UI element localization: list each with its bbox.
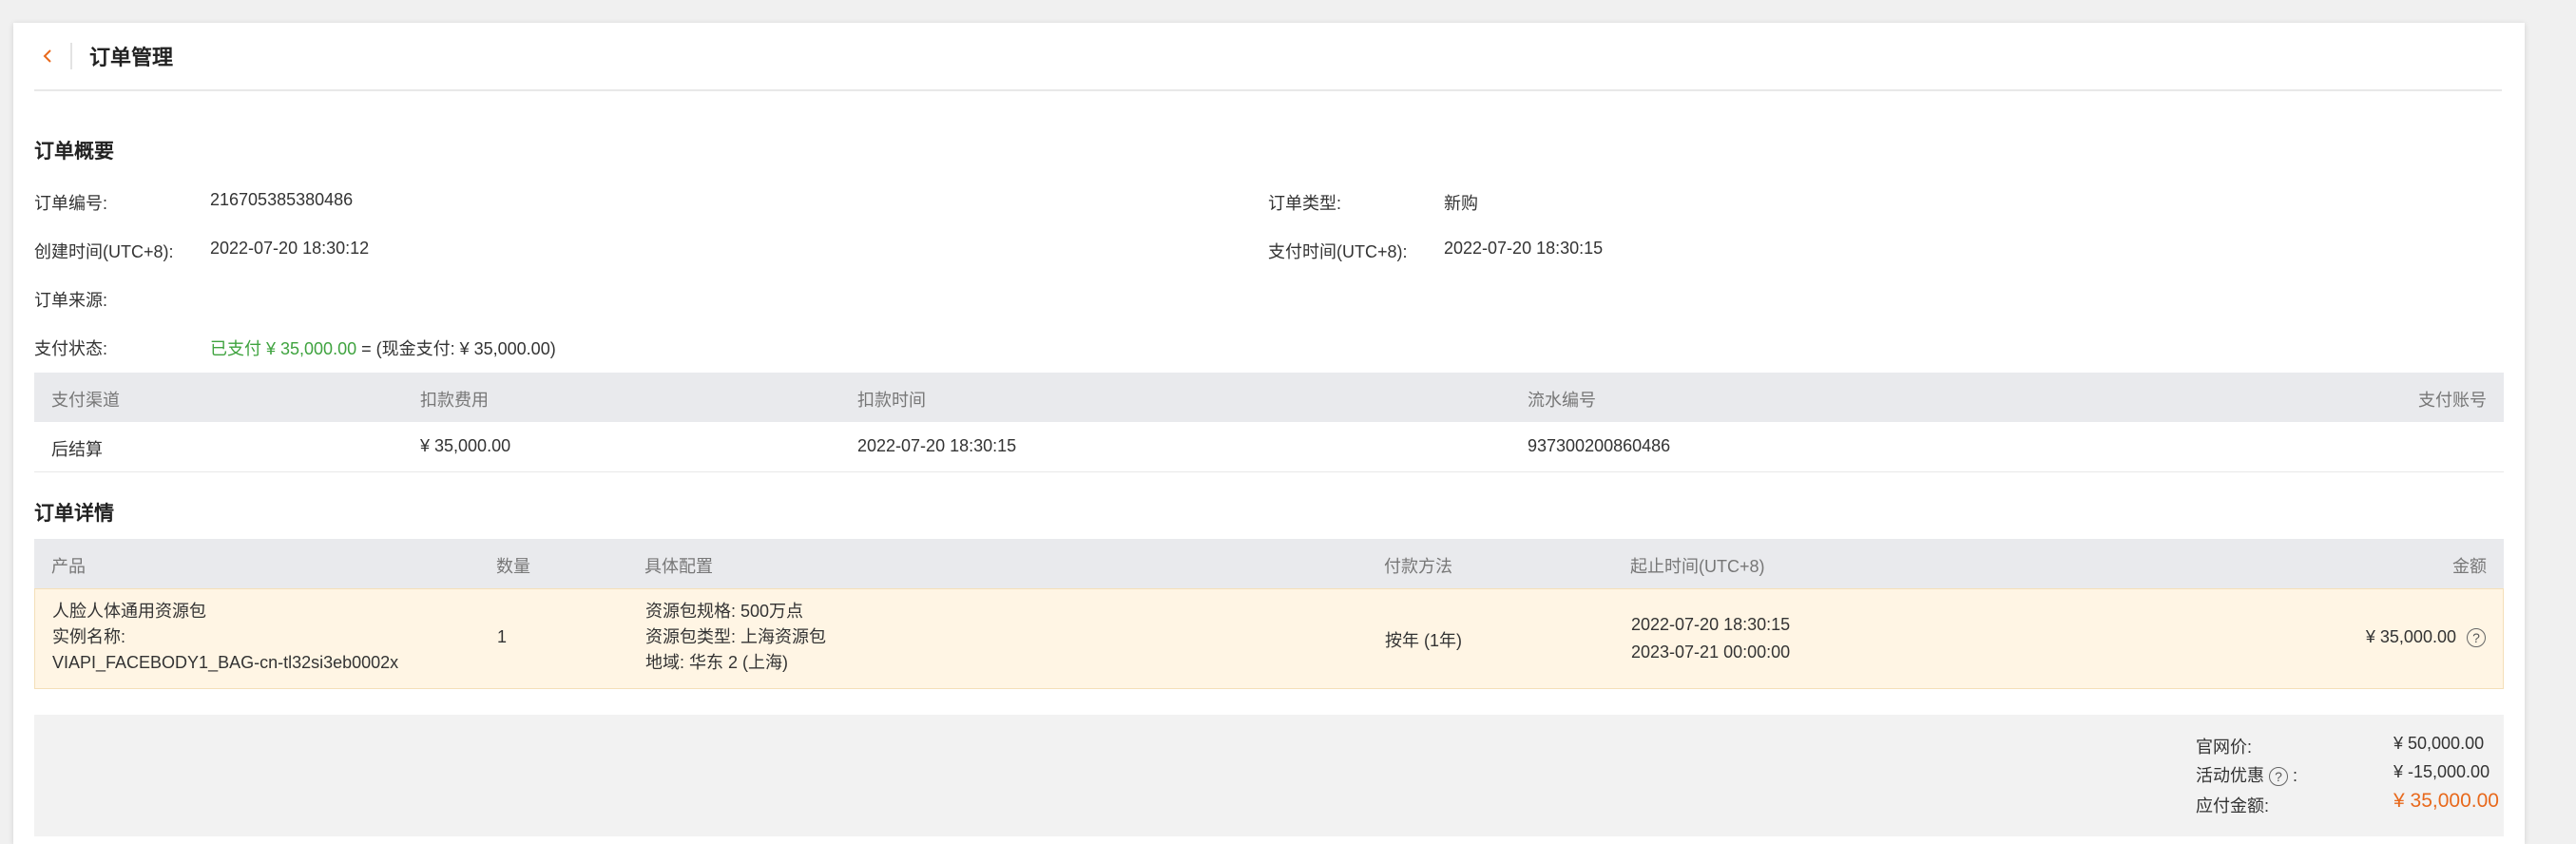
price-summary: 官网价: ¥ 50,000.00 活动优惠 ? : ¥ -15,000.00 应… bbox=[34, 715, 2504, 836]
cell-deduct-fee: ¥ 35,000.00 bbox=[420, 436, 511, 455]
header-divider bbox=[70, 43, 72, 69]
details-title: 订单详情 bbox=[34, 503, 114, 525]
details-table-header: 产品 数量 具体配置 付款方法 起止时间(UTC+8) 金额 bbox=[34, 539, 2504, 588]
order-type-value: 新购 bbox=[1444, 194, 1478, 213]
order-type-label: 订单类型: bbox=[1268, 194, 1342, 213]
list-price-label: 官网价: bbox=[2196, 738, 2253, 757]
amount-value: ¥ 35,000.00 bbox=[2365, 627, 2456, 646]
page-scrollbar[interactable] bbox=[2540, 0, 2576, 844]
payment-table: 支付渠道 扣款费用 扣款时间 流水编号 支付账号 后结算 ¥ 35,000.00… bbox=[34, 373, 2504, 472]
question-circle-icon[interactable]: ? bbox=[2269, 767, 2289, 787]
question-circle-icon[interactable]: ? bbox=[2467, 628, 2486, 648]
paid-time-label: 支付时间(UTC+8): bbox=[1268, 242, 1408, 261]
col-pay-account: 支付账号 bbox=[2418, 391, 2487, 410]
overview-title: 订单概要 bbox=[34, 141, 114, 163]
col-config: 具体配置 bbox=[644, 557, 713, 576]
page-header: 订单管理 bbox=[34, 23, 2502, 91]
cell-config: 资源包规格: 500万点 资源包类型: 上海资源包 地域: 华东 2 (上海) bbox=[645, 599, 826, 676]
paid-amount: 已支付 ¥ 35,000.00 bbox=[210, 339, 357, 358]
cell-pay-channel: 后结算 bbox=[51, 440, 103, 459]
cell-amount: ¥ 35,000.00 ? bbox=[2365, 627, 2486, 648]
col-period: 起止时间(UTC+8) bbox=[1630, 557, 1765, 576]
cell-quantity: 1 bbox=[497, 627, 508, 646]
config-type: 资源包类型: 上海资源包 bbox=[645, 627, 827, 646]
col-pay-channel: 支付渠道 bbox=[51, 391, 120, 410]
order-no-label: 订单编号: bbox=[34, 194, 108, 213]
instance-id: VIAPI_FACEBODY1_BAG-cn-tl32si3eb0002x bbox=[52, 653, 399, 672]
created-time-label: 创建时间(UTC+8): bbox=[34, 242, 174, 261]
table-row: 后结算 ¥ 35,000.00 2022-07-20 18:30:15 9373… bbox=[34, 422, 2504, 472]
payment-table-header: 支付渠道 扣款费用 扣款时间 流水编号 支付账号 bbox=[34, 373, 2504, 422]
cell-deduct-time: 2022-07-20 18:30:15 bbox=[857, 436, 1017, 455]
table-row: 人脸人体通用资源包 实例名称: VIAPI_FACEBODY1_BAG-cn-t… bbox=[34, 588, 2504, 689]
cell-product: 人脸人体通用资源包 实例名称: VIAPI_FACEBODY1_BAG-cn-t… bbox=[52, 599, 398, 676]
amount-due-value: ¥ 35,000.00 bbox=[2393, 790, 2499, 812]
discount-label-colon: : bbox=[2293, 766, 2298, 785]
order-source-label: 订单来源: bbox=[34, 291, 108, 310]
cell-period: 2022-07-20 18:30:15 2023-07-21 00:00:00 bbox=[1631, 611, 1790, 666]
cell-serial-no: 937300200860486 bbox=[1528, 436, 1671, 455]
period-start: 2022-07-20 18:30:15 bbox=[1631, 615, 1791, 634]
col-amount: 金额 bbox=[2452, 557, 2487, 576]
pay-status-value: 已支付 ¥ 35,000.00 = (现金支付: ¥ 35,000.00) bbox=[210, 336, 556, 360]
order-no-value: 216705385380486 bbox=[210, 190, 354, 209]
order-detail-card: 订单管理 订单概要 订单编号: 216705385380486 订单类型: 新购… bbox=[13, 23, 2525, 844]
col-pay-method: 付款方法 bbox=[1384, 557, 1452, 576]
col-product: 产品 bbox=[51, 557, 86, 576]
discount-value: ¥ -15,000.00 bbox=[2393, 762, 2490, 781]
payment-breakdown: = (现金支付: ¥ 35,000.00) bbox=[361, 339, 556, 358]
config-spec: 资源包规格: 500万点 bbox=[645, 602, 804, 621]
cell-pay-method: 按年 (1年) bbox=[1385, 631, 1462, 650]
details-table: 产品 数量 具体配置 付款方法 起止时间(UTC+8) 金额 人脸人体通用资源包… bbox=[34, 539, 2504, 689]
chevron-left-icon bbox=[43, 49, 51, 63]
instance-label: 实例名称: bbox=[52, 627, 126, 646]
config-region: 地域: 华东 2 (上海) bbox=[645, 653, 789, 672]
col-deduct-time: 扣款时间 bbox=[857, 391, 926, 410]
created-time-value: 2022-07-20 18:30:12 bbox=[210, 239, 370, 258]
discount-label: 活动优惠 ? : bbox=[2196, 762, 2297, 787]
col-quantity: 数量 bbox=[496, 557, 530, 576]
pay-status-label: 支付状态: bbox=[34, 339, 108, 358]
col-serial-no: 流水编号 bbox=[1528, 391, 1596, 410]
product-name: 人脸人体通用资源包 bbox=[52, 602, 206, 621]
list-price-value: ¥ 50,000.00 bbox=[2393, 734, 2485, 753]
col-deduct-fee: 扣款费用 bbox=[420, 391, 489, 410]
back-button[interactable] bbox=[38, 47, 57, 66]
amount-due-label: 应付金额: bbox=[2196, 796, 2270, 815]
period-end: 2023-07-21 00:00:00 bbox=[1631, 643, 1791, 662]
discount-label-text: 活动优惠 bbox=[2196, 766, 2264, 785]
page-title: 订单管理 bbox=[89, 46, 174, 69]
paid-time-value: 2022-07-20 18:30:15 bbox=[1444, 239, 1604, 258]
